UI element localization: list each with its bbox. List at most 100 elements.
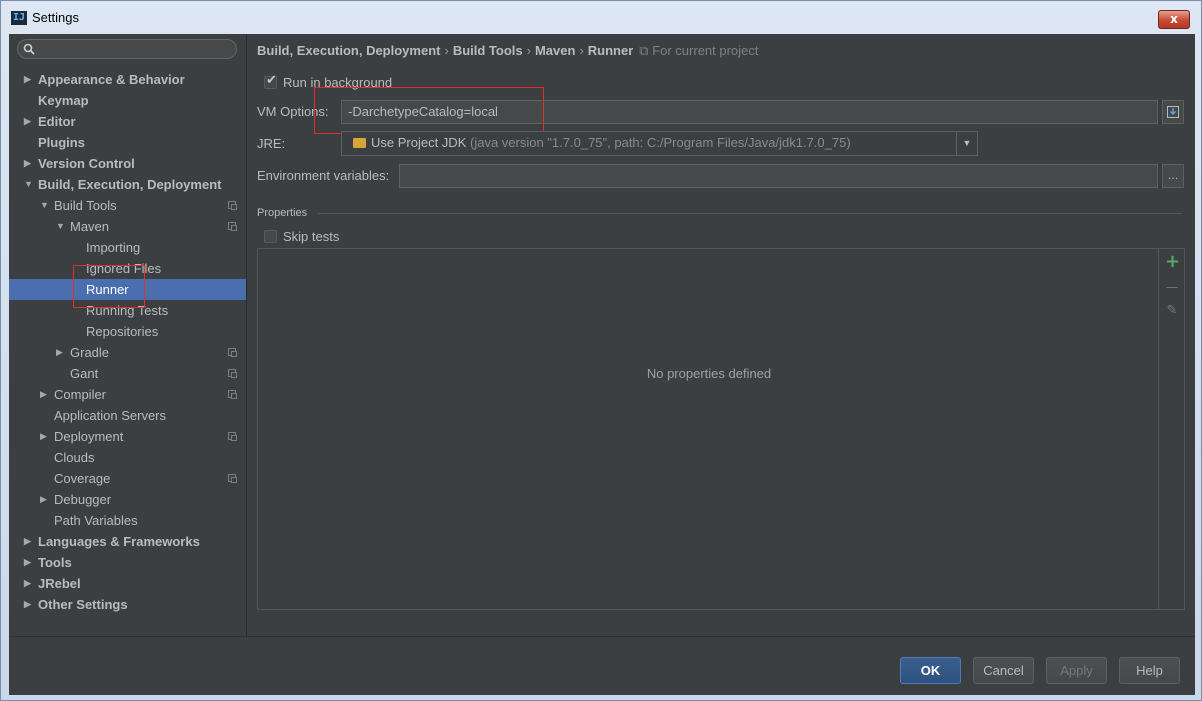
sidebar-item-label: Appearance & Behavior bbox=[38, 72, 185, 87]
settings-window: IJ Settings x ▶ Appearance & Behavior Key… bbox=[0, 0, 1202, 701]
expand-arrow-icon[interactable]: ▶ bbox=[24, 153, 34, 174]
sidebar-item-deployment[interactable]: ▶ Deployment bbox=[9, 426, 246, 447]
checkmark-icon: ✔ bbox=[266, 73, 277, 88]
intellij-idea-icon: IJ bbox=[11, 11, 27, 25]
skip-tests-checkbox[interactable] bbox=[264, 230, 277, 243]
project-settings-icon bbox=[228, 222, 237, 231]
sidebar-item-tools[interactable]: ▶ Tools bbox=[9, 552, 246, 573]
breadcrumb-part: Maven bbox=[534, 43, 576, 58]
sidebar-item-label: Gradle bbox=[70, 345, 110, 360]
properties-table[interactable]: No properties defined bbox=[257, 248, 1159, 610]
expand-arrow-icon[interactable]: ▶ bbox=[24, 552, 34, 573]
sidebar-item-label: Importing bbox=[86, 240, 141, 255]
close-button[interactable]: x bbox=[1158, 10, 1190, 29]
sidebar-item-version-control[interactable]: ▶ Version Control bbox=[9, 153, 246, 174]
properties-divider bbox=[317, 213, 1182, 214]
expand-arrow-icon[interactable]: ▶ bbox=[24, 111, 34, 132]
jre-label: JRE: bbox=[257, 136, 286, 151]
sidebar-item-label: Debugger bbox=[54, 492, 112, 507]
search-field[interactable] bbox=[17, 39, 237, 59]
sidebar-item-keymap[interactable]: Keymap bbox=[9, 90, 246, 111]
sidebar-item-build-execution-deployment[interactable]: ▼ Build, Execution, Deployment bbox=[9, 174, 246, 195]
remove-icon[interactable]: — bbox=[1165, 279, 1179, 295]
skip-tests-label[interactable]: Skip tests bbox=[283, 229, 339, 244]
expand-arrow-icon[interactable]: ▶ bbox=[40, 489, 50, 510]
project-settings-icon bbox=[228, 432, 237, 441]
collapse-arrow-icon[interactable]: ▼ bbox=[40, 195, 50, 216]
cancel-button[interactable]: Cancel bbox=[973, 657, 1034, 684]
window-title: Settings bbox=[32, 10, 79, 25]
apply-button[interactable]: Apply bbox=[1046, 657, 1107, 684]
expand-arrow-icon[interactable]: ▶ bbox=[40, 384, 50, 405]
breadcrumb-separator: › bbox=[579, 43, 584, 58]
project-settings-icon bbox=[228, 348, 237, 357]
sidebar-item-coverage[interactable]: Coverage bbox=[9, 468, 246, 489]
sidebar-item-label: Path Variables bbox=[54, 513, 138, 528]
sidebar-item-debugger[interactable]: ▶ Debugger bbox=[9, 489, 246, 510]
sidebar-item-plugins[interactable]: Plugins bbox=[9, 132, 246, 153]
dialog-footer: OK Cancel Apply Help bbox=[9, 636, 1195, 695]
sidebar-item-label: Plugins bbox=[38, 135, 85, 150]
sidebar-item-label: JRebel bbox=[38, 576, 81, 591]
project-settings-icon bbox=[228, 201, 237, 210]
scope-text: For current project bbox=[652, 43, 759, 58]
sidebar-item-importing[interactable]: Importing bbox=[9, 237, 246, 258]
jre-selected: Use Project JDK bbox=[371, 135, 467, 150]
collapse-arrow-icon[interactable]: ▼ bbox=[24, 174, 34, 195]
sidebar-item-other-settings[interactable]: ▶ Other Settings bbox=[9, 594, 246, 615]
expand-arrow-icon[interactable]: ▶ bbox=[24, 531, 34, 552]
breadcrumb-separator: › bbox=[526, 43, 531, 58]
sidebar-item-gant[interactable]: Gant bbox=[9, 363, 246, 384]
sidebar-item-gradle[interactable]: ▶ Gradle bbox=[9, 342, 246, 363]
sidebar-item-label: Compiler bbox=[54, 387, 107, 402]
sidebar-item-compiler[interactable]: ▶ Compiler bbox=[9, 384, 246, 405]
edit-icon[interactable]: ✎ bbox=[1165, 303, 1179, 319]
run-in-background-checkbox[interactable]: ✔ bbox=[264, 73, 277, 89]
sidebar-item-appearance-behavior[interactable]: ▶ Appearance & Behavior bbox=[9, 69, 246, 90]
dropdown-arrow-icon[interactable]: ▼ bbox=[956, 132, 977, 155]
jre-select[interactable]: Use Project JDK (java version "1.7.0_75"… bbox=[341, 131, 978, 156]
env-vars-browse-button[interactable]: ... bbox=[1162, 164, 1184, 188]
breadcrumb-part: Runner bbox=[587, 43, 634, 58]
title-bar[interactable]: IJ Settings x bbox=[1, 1, 1201, 33]
env-vars-input[interactable] bbox=[399, 164, 1158, 188]
expand-arrow-icon[interactable]: ▶ bbox=[56, 342, 66, 363]
ok-button[interactable]: OK bbox=[900, 657, 961, 684]
breadcrumb-part: Build, Execution, Deployment bbox=[257, 43, 441, 58]
sidebar-item-application-servers[interactable]: Application Servers bbox=[9, 405, 246, 426]
sidebar-item-clouds[interactable]: Clouds bbox=[9, 447, 246, 468]
breadcrumb-separator: › bbox=[444, 43, 449, 58]
expand-arrow-icon[interactable]: ▶ bbox=[40, 426, 50, 447]
jre-detail: (java version "1.7.0_75", path: C:/Progr… bbox=[470, 135, 851, 150]
sidebar-item-repositories[interactable]: Repositories bbox=[9, 321, 246, 342]
sidebar-item-maven[interactable]: ▼ Maven bbox=[9, 216, 246, 237]
sidebar-item-label: Version Control bbox=[38, 156, 135, 171]
help-button[interactable]: Help bbox=[1119, 657, 1180, 684]
sidebar-item-editor[interactable]: ▶ Editor bbox=[9, 111, 246, 132]
sidebar-item-label: Languages & Frameworks bbox=[38, 534, 200, 549]
project-settings-icon bbox=[228, 390, 237, 399]
sidebar-item-label: Editor bbox=[38, 114, 76, 129]
sidebar-item-label: Clouds bbox=[54, 450, 95, 465]
sidebar-item-label: Gant bbox=[70, 366, 99, 381]
sidebar-item-jrebel[interactable]: ▶ JRebel bbox=[9, 573, 246, 594]
sidebar-item-label: Coverage bbox=[54, 471, 111, 486]
breadcrumb-part: Build Tools bbox=[452, 43, 523, 58]
properties-title: Properties bbox=[257, 207, 308, 219]
expand-arrow-icon[interactable]: ▶ bbox=[24, 69, 34, 90]
sidebar-item-label: Other Settings bbox=[38, 597, 128, 612]
jdk-folder-icon bbox=[353, 138, 366, 148]
search-icon bbox=[23, 43, 35, 55]
expand-arrow-icon[interactable]: ▶ bbox=[24, 594, 34, 615]
expand-arrow-icon[interactable]: ▶ bbox=[24, 573, 34, 594]
sidebar-item-languages-frameworks[interactable]: ▶ Languages & Frameworks bbox=[9, 531, 246, 552]
dialog-body: ▶ Appearance & Behavior Keymap ▶ Editor Pl… bbox=[9, 34, 1195, 695]
expand-editor-button[interactable] bbox=[1162, 100, 1184, 124]
sidebar-item-path-variables[interactable]: Path Variables bbox=[9, 510, 246, 531]
sidebar-item-build-tools[interactable]: ▼ Build Tools bbox=[9, 195, 246, 216]
env-vars-label: Environment variables: bbox=[257, 168, 390, 183]
highlight-box-runner bbox=[73, 265, 145, 308]
highlight-box-vm-options bbox=[314, 87, 544, 134]
add-icon[interactable]: + bbox=[1165, 253, 1180, 271]
collapse-arrow-icon[interactable]: ▼ bbox=[56, 216, 66, 237]
